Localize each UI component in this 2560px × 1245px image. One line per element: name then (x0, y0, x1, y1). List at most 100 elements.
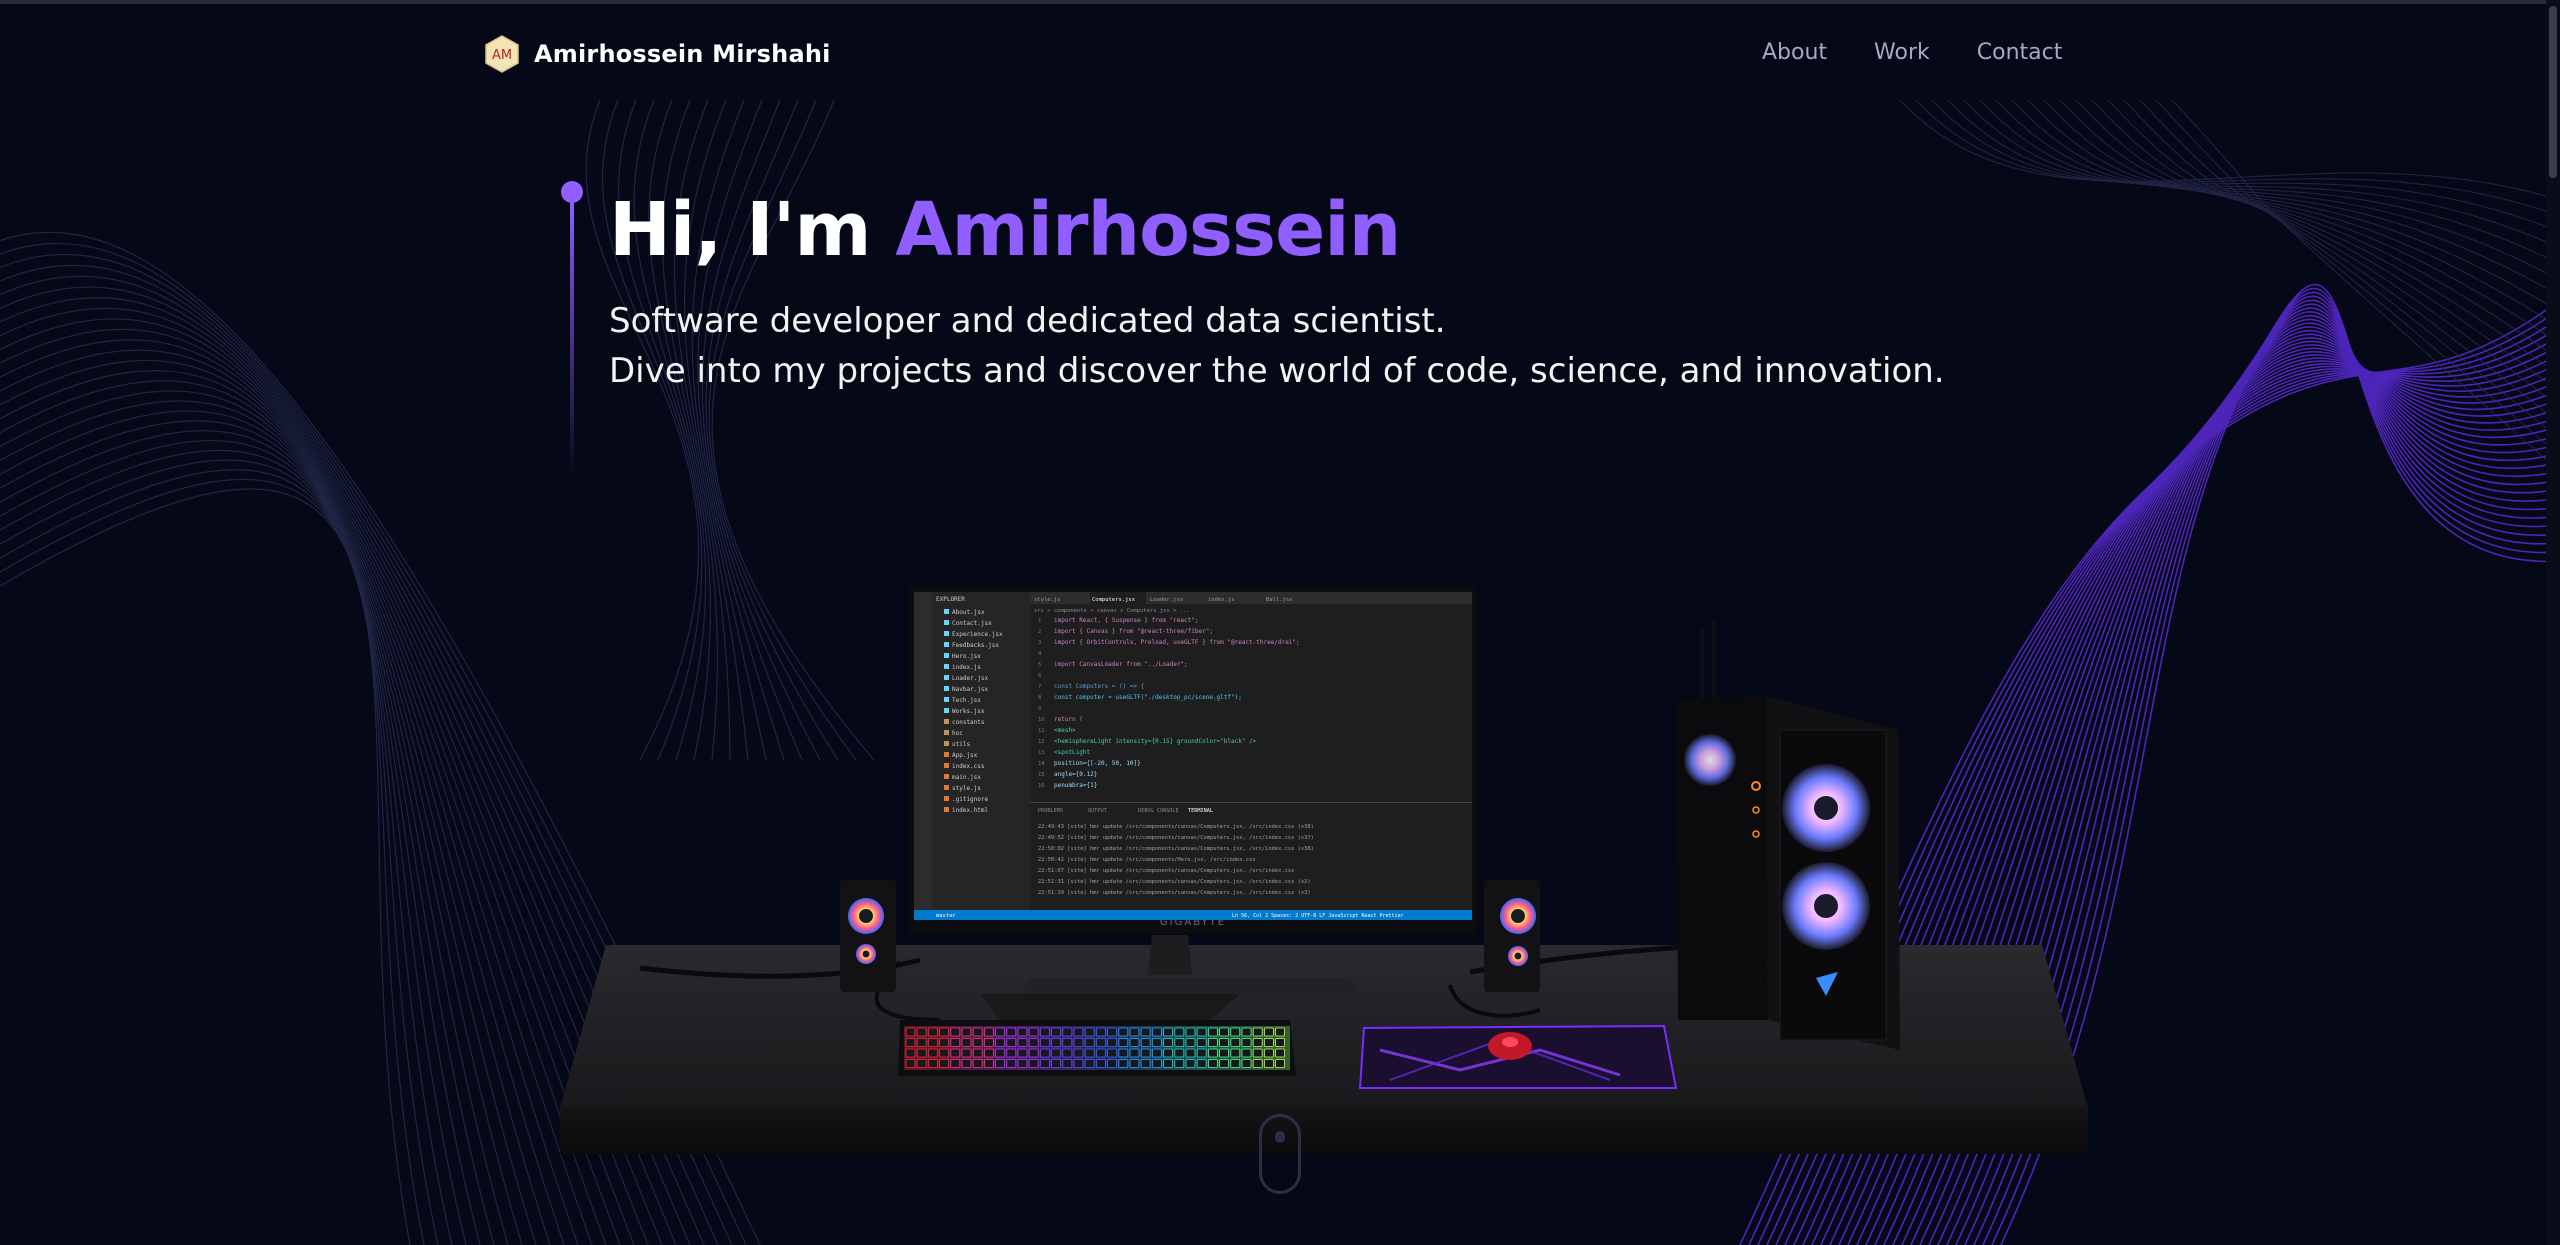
file-tree-item[interactable]: Feedbacks.jsx (952, 642, 999, 649)
scroll-down-indicator[interactable] (1259, 1114, 1301, 1194)
keyboard (898, 1020, 1296, 1076)
file-icon (944, 664, 949, 669)
keyboard-key (1039, 1059, 1050, 1068)
keyboard-key (1140, 1027, 1151, 1037)
file-tree-item[interactable]: Works.jsx (952, 708, 985, 715)
file-tree-item[interactable]: style.js (952, 785, 981, 792)
nav-link-work[interactable]: Work (1874, 40, 1930, 65)
keyboard-key (972, 1038, 983, 1047)
keyboard-key (1017, 1048, 1028, 1058)
code-line: import { Canvas } from "@react-three/fib… (1054, 628, 1213, 635)
keyboard-key (1129, 1027, 1140, 1037)
desktop-pc-3d-canvas[interactable]: GIGABYTE style.js Computers.jsx Loader.jsx… (560, 580, 2100, 1180)
scrollbar-thumb[interactable] (2549, 6, 2557, 178)
file-tree-item[interactable]: hoc (952, 730, 963, 737)
editor-breadcrumb: src > components > canvas > Computers.js… (1034, 608, 1190, 614)
keyboard-key (939, 1048, 950, 1058)
nav-link-about[interactable]: About (1762, 40, 1827, 65)
file-tree-item[interactable]: index.js (952, 664, 981, 671)
keyboard-key (927, 1038, 938, 1047)
keyboard-key (950, 1059, 961, 1068)
keyboard-key (1219, 1027, 1229, 1037)
file-tree-item[interactable]: Hero.jsx (952, 653, 981, 660)
file-tree-item[interactable]: index.css (952, 763, 985, 770)
line-number: 1 (1038, 618, 1041, 624)
keyboard-key (961, 1027, 972, 1037)
keyboard-key (1118, 1059, 1129, 1068)
keyboard-key (916, 1059, 927, 1068)
terminal-line: 22:51:31 [vite] hmr update /src/componen… (1038, 879, 1311, 885)
file-icon (944, 631, 949, 636)
keyboard-key (1163, 1038, 1173, 1047)
mousepad (1358, 1024, 1678, 1089)
keyboard-key (1039, 1027, 1050, 1037)
keyboard-key (1107, 1048, 1117, 1058)
nav-link-contact[interactable]: Contact (1977, 40, 2063, 65)
keyboard-key (1140, 1048, 1151, 1058)
file-tree-item[interactable]: Contact.jsx (952, 620, 992, 627)
keyboard-key (927, 1027, 938, 1037)
file-icon (944, 730, 949, 735)
keyboard-key (1264, 1038, 1274, 1047)
keyboard-key (950, 1038, 961, 1047)
keyboard-key (1062, 1059, 1073, 1068)
file-icon (944, 642, 949, 647)
file-icon (944, 697, 949, 702)
keyboard-key (1107, 1059, 1117, 1068)
keyboard-key (1264, 1027, 1274, 1037)
keyboard-key (1096, 1038, 1106, 1047)
keyboard-key (1152, 1038, 1162, 1047)
keyboard-key (995, 1027, 1006, 1037)
file-tree-item[interactable]: index.html (952, 807, 989, 814)
keyboard-key (972, 1059, 983, 1068)
file-tree-item[interactable]: Navbar.jsx (952, 686, 989, 693)
right-speaker (1484, 880, 1540, 992)
keyboard-key (950, 1027, 961, 1037)
file-tree-item[interactable]: Loader.jsx (952, 675, 989, 682)
keyboard-key (1252, 1048, 1263, 1058)
file-tree-item[interactable]: Experience.jsx (952, 631, 1003, 638)
panel-tab[interactable]: OUTPUT (1088, 808, 1107, 814)
keyboard-key (905, 1059, 916, 1068)
scroll-dot (1275, 1131, 1285, 1143)
hero-greeting: Hi, I'm (609, 187, 871, 273)
desk-front (560, 1108, 2088, 1154)
keyboard-key (916, 1027, 927, 1037)
file-tree-item[interactable]: utils (952, 741, 970, 748)
panel-tab[interactable]: PROBLEMS (1038, 808, 1063, 814)
status-branch: master (936, 913, 957, 919)
keyboard-key (1174, 1038, 1185, 1047)
keyboard-key (995, 1048, 1006, 1058)
keyboard-key (916, 1048, 927, 1058)
left-speaker (840, 880, 896, 992)
keyboard-key (983, 1038, 994, 1047)
keyboard-key (1252, 1027, 1263, 1037)
logo-link[interactable]: AM Amirhossein Mirshahi (482, 34, 831, 74)
file-tree-item[interactable]: Tech.jsx (952, 697, 981, 704)
keyboard-key (983, 1059, 994, 1068)
keyboard-key (961, 1038, 972, 1047)
file-tree-item[interactable]: constants (952, 719, 985, 726)
keyboard-key (1163, 1027, 1173, 1037)
panel-tab[interactable]: TERMINAL (1188, 808, 1213, 814)
terminal-line: 22:51:39 [vite] hmr update /src/componen… (1038, 890, 1311, 896)
keyboard-key (1152, 1048, 1162, 1058)
file-tree-item[interactable]: App.jsx (952, 752, 978, 759)
panel-tab[interactable]: DEBUG CONSOLE (1138, 808, 1179, 814)
editor-tab-label: Loader.jsx (1150, 597, 1184, 603)
file-tree-item[interactable]: About.jsx (952, 609, 985, 616)
terminal-line: 22:49:43 [vite] hmr update /src/componen… (1038, 824, 1314, 830)
status-right: Ln 56, Col 2 Spaces: 2 UTF-8 LF JavaScri… (1232, 913, 1404, 919)
keyboard-key (1096, 1048, 1106, 1058)
keyboard-key (1275, 1059, 1285, 1068)
file-tree-item[interactable]: main.jsx (952, 774, 981, 781)
hero-title: Hi, I'm Amirhossein (609, 180, 1401, 280)
keyboard-key (1006, 1059, 1017, 1068)
keyboard-key (1241, 1027, 1252, 1037)
keyboard-key (1051, 1059, 1062, 1068)
keyboard-key (939, 1027, 950, 1037)
page-scrollbar[interactable] (2546, 0, 2560, 1245)
keyboard-key (1241, 1048, 1252, 1058)
file-tree-item[interactable]: .gitignore (952, 796, 989, 803)
keyboard-key (1073, 1027, 1084, 1037)
